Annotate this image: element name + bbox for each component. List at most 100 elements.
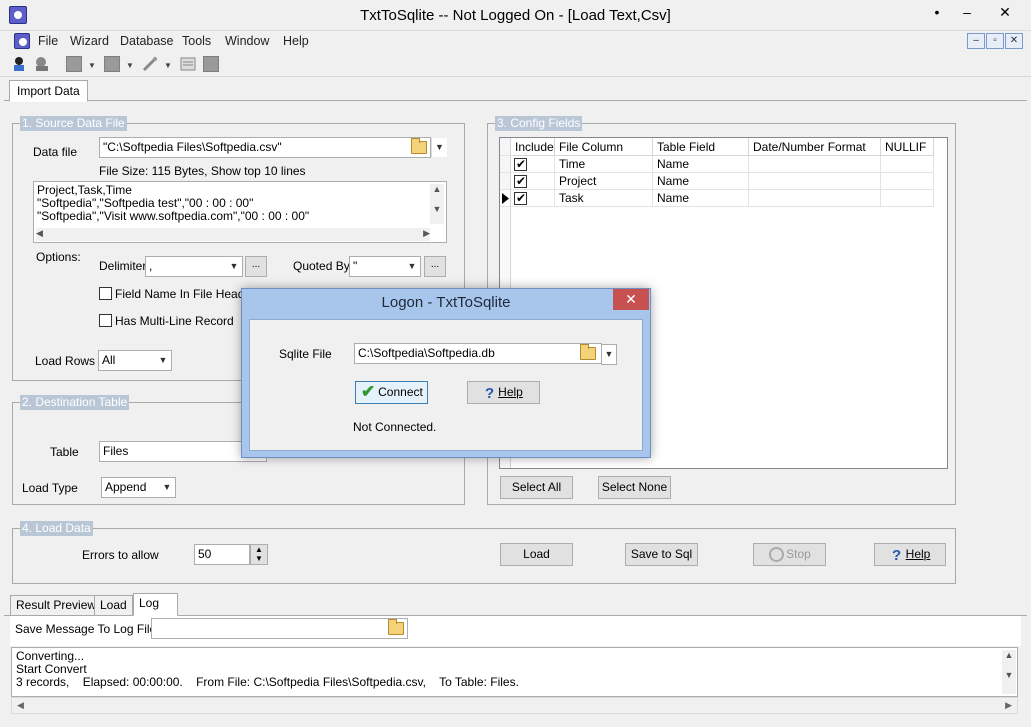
table-row-file-column[interactable]: Time [555,156,653,173]
field-name-header-checkbox[interactable] [99,287,112,300]
select-none-button[interactable]: Select None [598,476,671,499]
chevron-down-icon[interactable]: ▼ [431,138,447,157]
table-row-nullif[interactable] [881,173,934,190]
logon-icon[interactable] [11,56,27,72]
menu-wizard[interactable]: Wizard [70,34,109,48]
table-row-nullif[interactable] [881,156,934,173]
folder-open-icon[interactable] [580,344,596,360]
dialog-close-button[interactable]: ✕ [613,289,649,310]
table-row-nullif[interactable] [881,190,934,207]
open-file-icon[interactable] [66,56,82,72]
tab-log[interactable]: Log [133,593,178,616]
connection-status: Not Connected. [353,420,437,434]
exit-icon[interactable] [203,56,219,72]
row-indicator [500,156,511,173]
chevron-down-icon[interactable]: ▼ [226,257,242,276]
table-row-include-cell[interactable] [511,173,555,190]
table-row-include-cell[interactable] [511,190,555,207]
errors-spinner-icon[interactable]: ▲ ▼ [250,544,268,565]
chevron-down-icon[interactable]: ▼ [126,61,134,70]
mdi-restore-button[interactable]: ▫ [986,33,1004,49]
chevron-down-icon[interactable]: ▼ [601,344,617,365]
column-header-file-column[interactable]: File Column [555,138,653,156]
tab-import-data[interactable]: Import Data [9,80,88,102]
table-row-table-field[interactable]: Name [653,173,749,190]
database-icon[interactable] [104,56,120,72]
help-button[interactable]: ? Help [874,543,946,566]
stop-button-label: Stop [786,547,811,561]
multiline-record-checkbox[interactable] [99,314,112,327]
logoff-icon[interactable] [34,56,50,72]
table-row-file-column[interactable]: Task [555,190,653,207]
table-row-table-field[interactable]: Name [653,156,749,173]
delimiter-more-button[interactable]: ... [245,256,267,277]
quoted-by-more-button[interactable]: ... [424,256,446,277]
chevron-down-icon[interactable]: ▼ [164,61,172,70]
table-row-file-column[interactable]: Project [555,173,653,190]
table-row-date-format[interactable] [749,156,881,173]
table-row-date-format[interactable] [749,173,881,190]
tab-load[interactable]: Load [94,595,133,616]
options-label: Options: [36,250,81,264]
chevron-down-icon[interactable]: ▼ [88,61,96,70]
menu-tools[interactable]: Tools [182,34,211,48]
select-all-button[interactable]: Select All [500,476,573,499]
stop-button[interactable]: Stop [753,543,826,566]
dialog-help-button[interactable]: ? Help [467,381,540,404]
connect-button[interactable]: ✔ Connect [355,381,428,404]
delimiter-label: Delimiter [99,259,147,273]
chevron-down-icon[interactable]: ▼ [155,351,171,370]
include-checkbox[interactable] [514,190,527,207]
dialog-title: Logon - TxtToSqlite [381,294,511,311]
chevron-down-icon[interactable]: ▼ [159,478,175,497]
menu-file[interactable]: File [38,34,58,48]
help-icon: ? [892,547,902,564]
mdi-document-icon[interactable] [14,33,30,49]
column-header-nullif[interactable]: NULLIF [881,138,934,156]
menu-window[interactable]: Window [225,34,269,48]
maximize-button[interactable]: – [952,0,982,24]
close-window-button[interactable]: ✕ [982,0,1028,24]
mdi-close-button[interactable]: ✕ [1005,33,1023,49]
column-header-date-format[interactable]: Date/Number Format [749,138,881,156]
folder-open-icon[interactable] [411,138,427,154]
wizard-wand-icon[interactable] [142,56,158,72]
row-indicator [500,173,511,190]
save-to-sql-button[interactable]: Save to Sql [625,543,698,566]
field-name-header-label: Field Name In File Header [115,287,256,301]
minimize-button[interactable]: • [922,0,952,24]
log-file-input[interactable] [151,618,408,639]
mdi-minimize-button[interactable]: – [967,33,985,49]
log-scrollbar[interactable]: ▲ ▼ [1002,650,1016,694]
include-checkbox[interactable] [514,173,527,190]
load-data-legend: 4. Load Data [20,521,93,536]
stop-icon [769,547,784,562]
table-row-include-cell[interactable] [511,156,555,173]
tab-result-preview[interactable]: Result Preview [10,595,103,616]
chevron-down-icon[interactable]: ▼ [404,257,420,276]
errors-to-allow-input[interactable]: 50 [194,544,250,565]
include-checkbox[interactable] [514,156,527,173]
menu-database[interactable]: Database [120,34,174,48]
data-file-input[interactable]: "C:\Softpedia Files\Softpedia.csv" [99,137,431,158]
log-hscrollbar[interactable]: ◀ ▶ [11,697,1018,714]
multiline-record-label: Has Multi-Line Record [115,314,234,328]
menu-help[interactable]: Help [283,34,309,48]
load-rows-label: Load Rows [35,354,96,368]
config-fields-legend: 3. Config Fields [495,116,583,131]
preview-scrollbar[interactable]: ▲ ▼ [430,184,444,224]
report-icon[interactable] [180,56,196,72]
save-log-label: Save Message To Log File [15,622,157,636]
log-textarea[interactable]: Converting... Start Convert 3 records, E… [11,647,1018,697]
table-row-date-format[interactable] [749,190,881,207]
sqlite-file-input[interactable]: C:\Softpedia\Softpedia.db [354,343,602,364]
column-header-table-field[interactable]: Table Field [653,138,749,156]
dialog-body: Sqlite File C:\Softpedia\Softpedia.db ▼ … [249,319,643,451]
preview-hscrollbar[interactable]: ◀ ▶ [36,228,430,241]
folder-open-icon[interactable] [388,619,404,635]
tab-strip [4,80,1027,101]
load-button[interactable]: Load [500,543,573,566]
help-button-label: Help [905,547,931,561]
column-header-include[interactable]: Include [511,138,555,156]
table-row-table-field[interactable]: Name [653,190,749,207]
